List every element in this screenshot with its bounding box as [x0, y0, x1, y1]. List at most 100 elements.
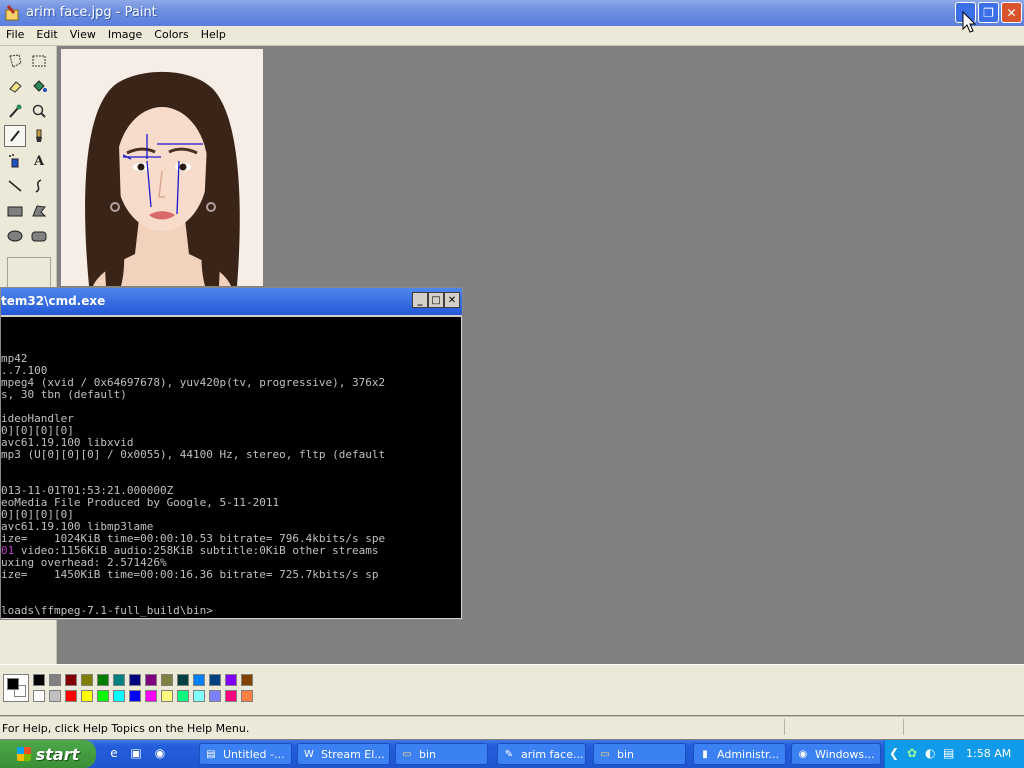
close-icon: ✕	[447, 294, 457, 306]
palette-color-swatch[interactable]	[97, 674, 109, 686]
show-desktop-icon[interactable]: ▣	[128, 745, 144, 761]
clock[interactable]: 1:58 AM	[966, 747, 1011, 760]
palette-color-swatch[interactable]	[33, 674, 45, 686]
taskbar-button[interactable]: ▮ Administr...	[693, 743, 786, 765]
palette-color-swatch[interactable]	[49, 674, 61, 686]
magnifier-icon[interactable]	[28, 100, 50, 122]
palette-color-swatch[interactable]	[177, 674, 189, 686]
console-line: loads\ffmpeg-7.1-full_build\bin>	[1, 604, 213, 617]
menu-edit[interactable]: Edit	[30, 26, 63, 41]
palette-color-swatch[interactable]	[225, 674, 237, 686]
display-icon[interactable]: ▤	[943, 746, 954, 760]
cmd-close-button[interactable]: ✕	[444, 292, 460, 308]
restore-icon: ❐	[983, 5, 994, 20]
palette-color-swatch[interactable]	[65, 690, 77, 702]
palette-color-swatch[interactable]	[161, 690, 173, 702]
cmd-icon: ▮	[702, 748, 708, 760]
maximize-icon: □	[431, 294, 441, 306]
palette-color-swatch[interactable]	[81, 674, 93, 686]
drawing-canvas[interactable]	[61, 49, 263, 286]
palette-color-swatch[interactable]	[193, 690, 205, 702]
palette-color-swatch[interactable]	[113, 674, 125, 686]
current-colors-box[interactable]	[3, 674, 29, 702]
folder-icon: ▭	[402, 748, 412, 760]
status-help-text: For Help, click Help Topics on the Help …	[2, 722, 250, 735]
palette-color-swatch[interactable]	[49, 690, 61, 702]
close-button[interactable]: ✕	[1001, 2, 1022, 23]
paint-app-icon[interactable]	[4, 4, 21, 21]
palette-color-swatch[interactable]	[113, 690, 125, 702]
status-divider	[903, 719, 904, 735]
restore-button[interactable]: ❐	[978, 2, 999, 23]
fill-with-color-icon[interactable]	[28, 75, 50, 97]
palette-color-swatch[interactable]	[145, 690, 157, 702]
start-button[interactable]: start	[0, 740, 96, 768]
palette-color-swatch[interactable]	[145, 674, 157, 686]
palette-color-swatch[interactable]	[241, 690, 253, 702]
palette-color-swatch[interactable]	[225, 690, 237, 702]
taskbar-button-label: Windows...	[815, 747, 875, 761]
taskbar-button-label: Administr...	[717, 747, 780, 761]
palette-color-swatch[interactable]	[209, 690, 221, 702]
rectangle-icon[interactable]	[4, 200, 26, 222]
mouse-cursor-icon	[962, 10, 977, 36]
cmd-maximize-button[interactable]: □	[428, 292, 444, 308]
console-output[interactable]: mp42 ..7.100 mpeg4 (xvid / 0x64697678), …	[1, 317, 461, 618]
menu-image[interactable]: Image	[102, 26, 148, 41]
word-icon: W	[304, 748, 314, 760]
title-bar[interactable]: arim face.jpg - Paint _ ❐ ✕	[0, 0, 1024, 26]
select-icon[interactable]	[28, 50, 50, 72]
polygon-icon[interactable]	[28, 200, 50, 222]
palette-color-swatch[interactable]	[161, 674, 173, 686]
taskbar-button[interactable]: W Stream El...	[297, 743, 390, 765]
palette-color-swatch[interactable]	[241, 674, 253, 686]
taskbar-button[interactable]: ▤ Untitled -...	[199, 743, 292, 765]
menu-help[interactable]: Help	[195, 26, 232, 41]
taskbar-button[interactable]: ▭ bin	[593, 743, 686, 765]
palette-color-swatch[interactable]	[33, 690, 45, 702]
internet-explorer-icon[interactable]: e	[106, 745, 122, 761]
curve-icon[interactable]	[28, 175, 50, 197]
rounded-rectangle-icon[interactable]	[28, 225, 50, 247]
palette-color-swatch[interactable]	[129, 690, 141, 702]
taskbar-button[interactable]: ▭ bin	[395, 743, 488, 765]
cmd-title-bar[interactable]: tem32\cmd.exe _ □ ✕	[1, 288, 462, 315]
text-icon[interactable]: A	[28, 150, 50, 172]
brush-icon[interactable]	[28, 125, 50, 147]
pick-color-icon[interactable]	[4, 100, 26, 122]
menu-view[interactable]: View	[64, 26, 102, 41]
foreground-color-swatch[interactable]	[7, 678, 19, 690]
window-title: arim face.jpg - Paint	[26, 5, 157, 20]
cmd-window-title: tem32\cmd.exe	[1, 294, 106, 308]
menu-colors[interactable]: Colors	[148, 26, 194, 41]
ellipse-icon[interactable]	[4, 225, 26, 247]
tray-expand-icon[interactable]: ❮	[889, 746, 899, 760]
line-icon[interactable]	[4, 175, 26, 197]
palette-color-swatch[interactable]	[129, 674, 141, 686]
tool-options-box[interactable]	[7, 257, 51, 289]
palette-color-swatch[interactable]	[177, 690, 189, 702]
menu-file[interactable]: File	[0, 26, 30, 41]
airbrush-icon[interactable]	[4, 150, 26, 172]
palette-color-swatch[interactable]	[209, 674, 221, 686]
palette-color-swatch[interactable]	[65, 674, 77, 686]
free-form-select-icon[interactable]	[4, 50, 26, 72]
eraser-icon[interactable]	[4, 75, 26, 97]
cmd-window[interactable]: tem32\cmd.exe _ □ ✕ mp42 ..7.100 mpeg4 (…	[0, 287, 463, 620]
media-player-quicklaunch-icon[interactable]: ◉	[152, 745, 168, 761]
network-icon[interactable]: ✿	[907, 746, 917, 760]
taskbar-button[interactable]: ✎ arim face...	[497, 743, 586, 765]
palette-color-swatch[interactable]	[97, 690, 109, 702]
volume-icon[interactable]: ◐	[925, 746, 935, 760]
taskbar-button-label: Untitled -...	[223, 747, 285, 761]
pencil-icon[interactable]	[4, 125, 26, 147]
console-line: ize= 1450KiB time=00:00:16.36 bitrate= 7…	[1, 568, 379, 581]
console-line: s, 30 tbn (default)	[1, 388, 127, 401]
cmd-minimize-button[interactable]: _	[412, 292, 428, 308]
palette-color-swatch[interactable]	[193, 674, 205, 686]
taskbar-button-label: Stream El...	[321, 747, 385, 761]
taskbar-button[interactable]: ◉ Windows...	[791, 743, 881, 765]
taskbar-button-label: arim face...	[521, 747, 584, 761]
minimize-icon: _	[417, 294, 423, 306]
palette-color-swatch[interactable]	[81, 690, 93, 702]
